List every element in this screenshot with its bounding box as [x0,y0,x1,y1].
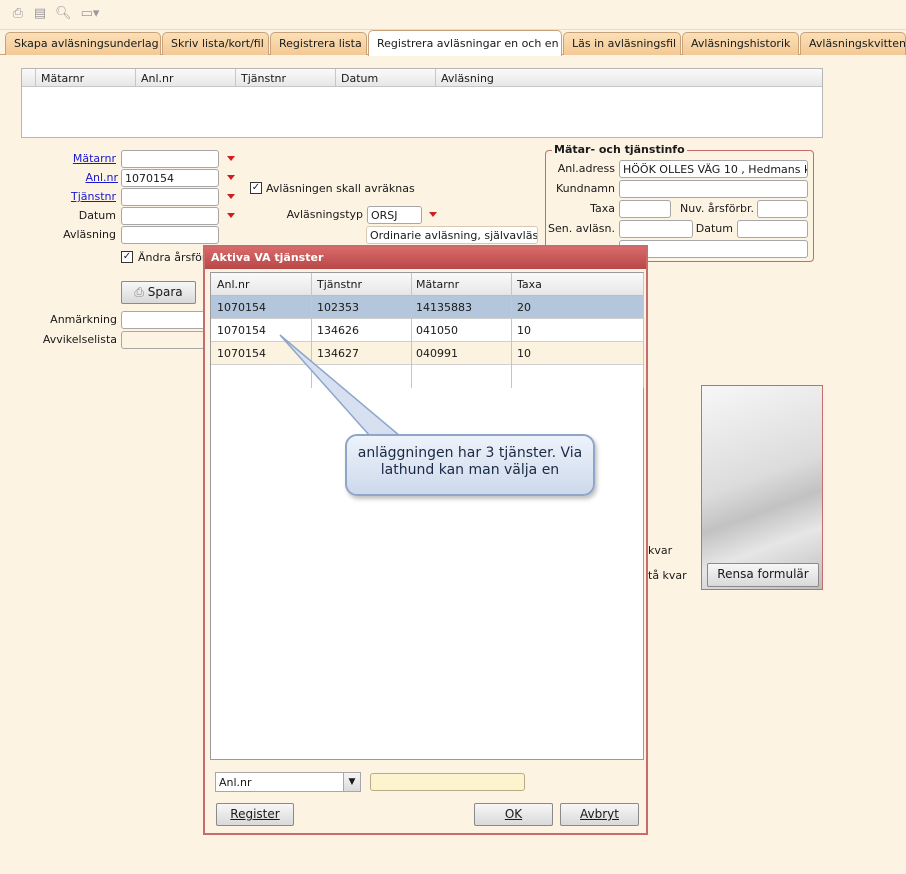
info-datum-field [737,220,808,238]
spara-button[interactable]: ⎙ Spara [121,281,196,304]
sen-avlasn-label: Sen. avläsn. [548,222,615,235]
cell-taxa: 20 [517,301,531,314]
chevron-down-icon[interactable]: ▼ [343,772,361,792]
andra-arsforb-checkbox[interactable]: ✓ [121,251,133,263]
avlasning-grid[interactable]: Mätarnr Anl.nr Tjänstnr Datum Avläsning [21,68,823,138]
matarnr-input[interactable] [121,150,219,168]
sen-avlasn-field [619,220,693,238]
col-avlasning[interactable]: Avläsning [441,72,494,85]
ok-label: OK [504,807,523,821]
avlasningstyp-description: Ordinarie avläsning, självavläsnir [366,226,538,244]
col-taxa[interactable]: Taxa [517,278,542,291]
matarnr-dropdown-icon[interactable] [223,152,239,166]
cell-taxa: 10 [517,347,531,360]
avvikelselista-label: Avvikelselista [42,333,117,346]
cell-matarnr: 14135883 [416,301,472,314]
avvikelselista-input[interactable] [121,331,205,349]
avlasningstyp-dropdown-icon[interactable] [425,208,441,222]
tab-kvittens[interactable]: Avläsningskvittens [800,32,906,55]
andra-arsforb-label: Ändra årsför [138,251,207,264]
cell-anlnr: 1070154 [217,324,266,337]
taxa-label: Taxa [590,202,615,215]
col-anlnr[interactable]: Anl.nr [217,278,250,291]
cell-matarnr: 040991 [416,347,458,360]
printer-icon[interactable]: ▤ [32,6,48,22]
kundnamn-label: Kundnamn [556,182,615,195]
avlasning-input[interactable] [121,226,219,244]
anlnr-input[interactable]: 1070154 [121,169,219,187]
tjanstnr-link[interactable]: Tjänstnr [40,190,116,203]
col-tjanstnr[interactable]: Tjänstnr [317,278,362,291]
datum-dropdown-icon[interactable] [223,209,239,223]
nuv-arsforbr-field [757,200,808,218]
anmarkning-label: Anmärkning [50,313,117,326]
callout-pointer [279,334,403,437]
tab-historik[interactable]: Avläsningshistorik [682,32,799,55]
tab-registrera-lista[interactable]: Registrera lista [270,32,367,55]
col-anlnr[interactable]: Anl.nr [141,72,174,85]
tab-registrera-en-och-en[interactable]: Registrera avläsningar en och en [368,30,562,56]
anlnr-link[interactable]: Anl.nr [40,171,118,184]
group-title: Mätar- och tjänstinfo [552,143,687,156]
cell-anlnr: 1070154 [217,301,266,314]
annotation-callout: anläggningen har 3 tjänster. Via lathund… [345,434,595,496]
tjanstnr-input[interactable] [121,188,219,206]
nuv-arsforbr-label: Nuv. årsförbr. [680,202,754,215]
cell-anlnr: 1070154 [217,347,266,360]
datum-label: Datum [78,209,116,222]
avbryt-label: Avbryt [580,807,619,821]
tab-skriv[interactable]: Skriv lista/kort/fil [162,32,269,55]
search-input[interactable] [370,773,525,791]
anl-adress-label: Anl.adress [557,162,615,175]
cell-taxa: 10 [517,324,531,337]
kvar-label: kvar [648,544,673,557]
anlnr-dropdown-icon[interactable] [223,171,239,185]
tab-skapa[interactable]: Skapa avläsningsunderlag [5,32,161,55]
avlasningstyp-label: Avläsningstyp [286,208,363,221]
col-tjanstnr[interactable]: Tjänstnr [241,72,286,85]
kundnamn-field [619,180,808,198]
grid-header: Mätarnr Anl.nr Tjänstnr Datum Avläsning [22,69,822,87]
datum-input[interactable] [121,207,219,225]
ok-button[interactable]: OK [474,803,553,826]
register-label: Register [230,807,280,821]
tjanstnr-dropdown-icon[interactable] [223,190,239,204]
preview-icon[interactable]: 🔍︎ [55,6,72,22]
toolbar: ⎙ ▤ 🔍︎ ▭▾ [0,0,906,30]
col-datum[interactable]: Datum [341,72,378,85]
print-preview-icon[interactable]: ⎙ [10,6,26,22]
tjanster-grid-header: Anl.nr Tjänstnr Mätarnr Taxa [211,273,643,296]
spara-label: Spara [147,285,183,299]
save-icon: ⎙ [134,285,144,299]
decorative-image: Rensa formulär [701,385,823,590]
register-button[interactable]: Register [216,803,294,826]
tab-las-in[interactable]: Läs in avläsningsfil [563,32,681,55]
cell-tjanstnr: 102353 [317,301,359,314]
tab-bar: Skapa avläsningsunderlag Skriv lista/kor… [0,30,906,56]
avraknas-checkbox[interactable]: ✓ [250,182,262,194]
ta-kvar-label: tå kvar [648,569,687,582]
matarnr-link[interactable]: Mätarnr [40,152,116,165]
cell-matarnr: 041050 [416,324,458,337]
col-matarnr[interactable]: Mätarnr [41,72,84,85]
anl-adress-field: HÖÖK OLLES VÄG 10 , Hedmans kiosk [619,160,808,178]
col-matarnr[interactable]: Mätarnr [416,278,459,291]
anmarkning-input[interactable] [121,311,205,329]
rensa-formular-button[interactable]: Rensa formulär [707,563,819,587]
avraknas-label: Avläsningen skall avräknas [266,182,415,195]
table-row[interactable]: 1070154 102353 14135883 20 [211,296,643,319]
taxa-field [619,200,671,218]
dialog-title: Aktiva VA tjänster [205,247,646,269]
avlasning-label: Avläsning [63,228,116,241]
search-field-select[interactable]: Anl.nr [215,772,361,792]
export-icon[interactable]: ▭▾ [78,6,102,22]
avbryt-button[interactable]: Avbryt [560,803,639,826]
avlasningstyp-input[interactable]: ORSJ [367,206,422,224]
info-datum-label: Datum [695,222,733,235]
